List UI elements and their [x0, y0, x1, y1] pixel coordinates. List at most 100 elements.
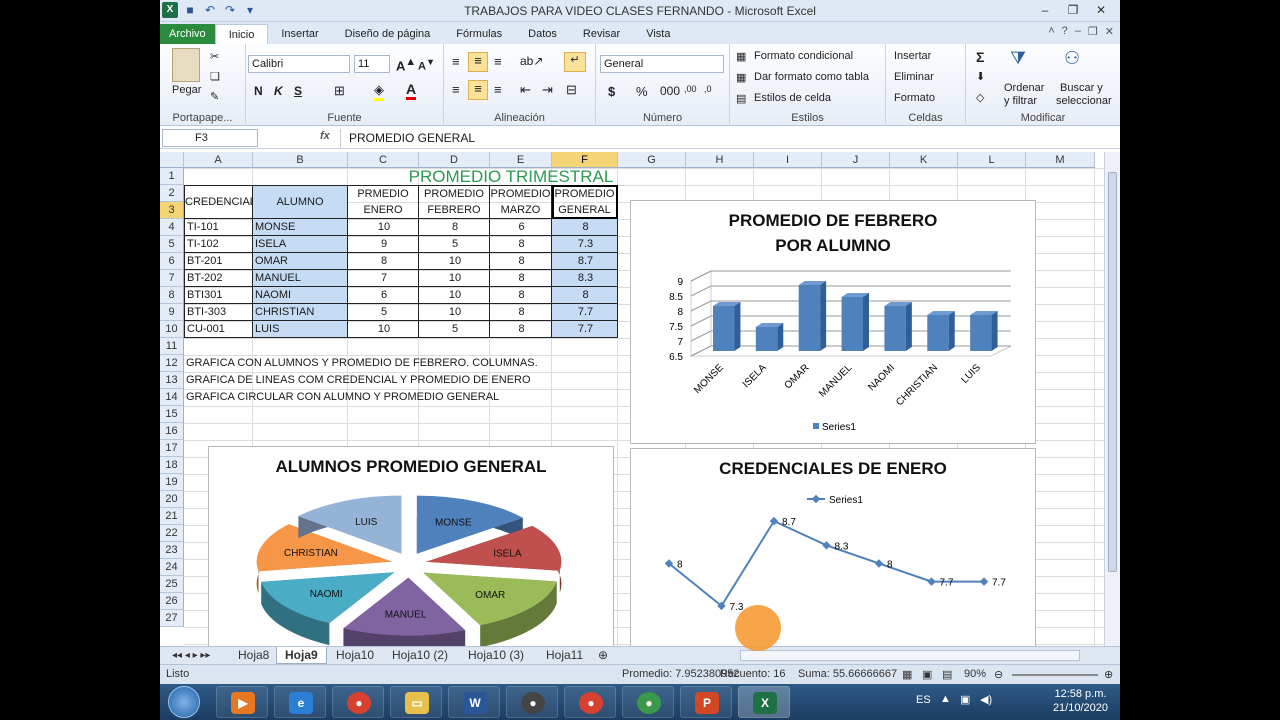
cell-d10[interactable]: 5: [419, 321, 490, 338]
copy-icon[interactable]: ❏: [210, 70, 220, 83]
tab-formulas[interactable]: Fórmulas: [443, 24, 515, 44]
cell-b10[interactable]: LUIS: [253, 321, 348, 338]
number-format-select[interactable]: General: [600, 55, 724, 73]
sheet-title[interactable]: PROMEDIO TRIMESTRAL: [360, 168, 660, 186]
orientation-icon[interactable]: ab↗: [520, 54, 543, 68]
shrink-font-icon[interactable]: A▼: [418, 57, 435, 73]
row-header-22[interactable]: 22: [160, 525, 184, 542]
cell-c4[interactable]: 10: [348, 219, 419, 236]
cell-f8[interactable]: 8: [552, 287, 618, 304]
cell-f7[interactable]: 8.3: [552, 270, 618, 287]
row-header-12[interactable]: 12: [160, 355, 184, 372]
tab-revisar[interactable]: Revisar: [570, 24, 633, 44]
row-header-3[interactable]: 3: [160, 202, 184, 219]
cell-c7[interactable]: 7: [348, 270, 419, 287]
row-header-17[interactable]: 17: [160, 440, 184, 457]
autosum-button[interactable]: Σ: [976, 49, 984, 65]
tab-datos[interactable]: Datos: [515, 24, 570, 44]
header-enero[interactable]: PRMEDIO ENERO: [348, 185, 419, 219]
cell-c6[interactable]: 8: [348, 253, 419, 270]
select-all-corner[interactable]: [160, 152, 184, 168]
align-left-icon[interactable]: ≡: [452, 82, 460, 97]
conditional-format-button[interactable]: Formato condicional: [754, 50, 853, 62]
line-chart[interactable]: CREDENCIALES DE ENERO Series1 8 7.3 8.7 8.3 8 7…: [630, 448, 1036, 646]
cell-styles-icon[interactable]: ▤: [736, 92, 746, 105]
percent-button[interactable]: %: [636, 84, 648, 99]
insert-function-icon[interactable]: fx: [320, 130, 330, 142]
page-layout-icon[interactable]: ▣: [922, 668, 932, 681]
delete-cells-button[interactable]: Eliminar: [894, 71, 934, 83]
header-febrero[interactable]: PROMEDIO FEBRERO: [419, 185, 490, 219]
column-header-b[interactable]: B: [253, 152, 348, 168]
grow-font-icon[interactable]: A▲: [396, 56, 416, 73]
help-icon[interactable]: ?: [1062, 25, 1068, 38]
vertical-scrollbar[interactable]: [1104, 152, 1120, 646]
row-header-23[interactable]: 23: [160, 542, 184, 559]
row-header-6[interactable]: 6: [160, 253, 184, 270]
align-bottom-icon[interactable]: ≡: [494, 54, 502, 69]
tab-archivo[interactable]: Archivo: [160, 24, 215, 44]
worksheet-grid[interactable]: A B C D E F G H I J K L M 1 2 3 4 5 6 7 8 9 10 11 12 13 14 15 16 17 18…: [160, 152, 1104, 646]
row-header-5[interactable]: 5: [160, 236, 184, 253]
column-header-d[interactable]: D: [419, 152, 490, 168]
format-table-icon[interactable]: ▦: [736, 71, 746, 84]
row-header-26[interactable]: 26: [160, 593, 184, 610]
horizontal-scrollbar[interactable]: [740, 650, 1080, 661]
cut-icon[interactable]: ✂: [210, 50, 219, 63]
wrap-text-icon[interactable]: ↵: [564, 52, 586, 72]
pie-chart[interactable]: ALUMNOS PROMEDIO GENERAL MONSE ISELA OMAR MA…: [208, 446, 614, 646]
column-header-g[interactable]: G: [618, 152, 686, 168]
tab-inicio[interactable]: Inicio: [214, 24, 269, 44]
row-header-24[interactable]: 24: [160, 559, 184, 576]
column-header-c[interactable]: C: [348, 152, 419, 168]
cell-e7[interactable]: 8: [490, 270, 552, 287]
cell-c5[interactable]: 9: [348, 236, 419, 253]
sheet-tab-hoja10-2[interactable]: Hoja10 (2): [384, 647, 456, 664]
find-select-button[interactable]: Buscar y: [1060, 82, 1103, 94]
taskbar-chrome3[interactable]: ●: [622, 686, 674, 718]
column-header-l[interactable]: L: [958, 152, 1026, 168]
paste-button[interactable]: Pegar: [172, 84, 201, 96]
find-select-button-line2[interactable]: seleccionar: [1056, 95, 1112, 107]
minimize-ribbon-icon[interactable]: ˄: [1048, 25, 1054, 38]
cell-e6[interactable]: 8: [490, 253, 552, 270]
cell-c9[interactable]: 5: [348, 304, 419, 321]
volume-icon[interactable]: ◀): [980, 693, 992, 706]
column-header-k[interactable]: K: [890, 152, 958, 168]
column-header-i[interactable]: I: [754, 152, 822, 168]
zoom-level[interactable]: 90%: [964, 668, 986, 680]
row-header-21[interactable]: 21: [160, 508, 184, 525]
row-header-4[interactable]: 4: [160, 219, 184, 236]
minimize-icon[interactable]: –: [1032, 2, 1058, 18]
row-header-25[interactable]: 25: [160, 576, 184, 593]
zoom-slider[interactable]: [1012, 674, 1098, 676]
row-header-9[interactable]: 9: [160, 304, 184, 321]
cell-d6[interactable]: 10: [419, 253, 490, 270]
column-header-e[interactable]: E: [490, 152, 552, 168]
cell-a4[interactable]: TI-101: [184, 219, 253, 236]
column-header-j[interactable]: J: [822, 152, 890, 168]
taskbar-chrome[interactable]: ●: [332, 686, 384, 718]
bold-button[interactable]: N: [254, 84, 263, 98]
format-table-button[interactable]: Dar formato como tabla: [754, 71, 869, 83]
cell-f9[interactable]: 7.7: [552, 304, 618, 321]
increase-indent-icon[interactable]: ⇥: [542, 82, 553, 98]
row-header-14[interactable]: 14: [160, 389, 184, 406]
new-sheet-icon[interactable]: ⊕: [590, 647, 616, 664]
cell-e4[interactable]: 6: [490, 219, 552, 236]
restore-icon[interactable]: ❐: [1060, 2, 1086, 18]
cell-b8[interactable]: NAOMI: [253, 287, 348, 304]
row-header-15[interactable]: 15: [160, 406, 184, 423]
decrease-decimal-icon[interactable]: ,0: [704, 84, 712, 94]
fill-color-icon[interactable]: ◈: [374, 82, 384, 101]
cell-f10[interactable]: 7.7: [552, 321, 618, 338]
row-header-13[interactable]: 13: [160, 372, 184, 389]
taskbar-media[interactable]: ▶: [216, 686, 268, 718]
sheet-tab-hoja8[interactable]: Hoja8: [230, 647, 277, 664]
sort-filter-button[interactable]: Ordenar: [1004, 82, 1044, 94]
cell-a7[interactable]: BT-202: [184, 270, 253, 287]
tab-diseno[interactable]: Diseño de página: [332, 24, 444, 44]
wb-close-icon[interactable]: ✕: [1105, 25, 1114, 38]
row-header-11[interactable]: 11: [160, 338, 184, 355]
normal-view-icon[interactable]: ▦: [902, 668, 912, 681]
